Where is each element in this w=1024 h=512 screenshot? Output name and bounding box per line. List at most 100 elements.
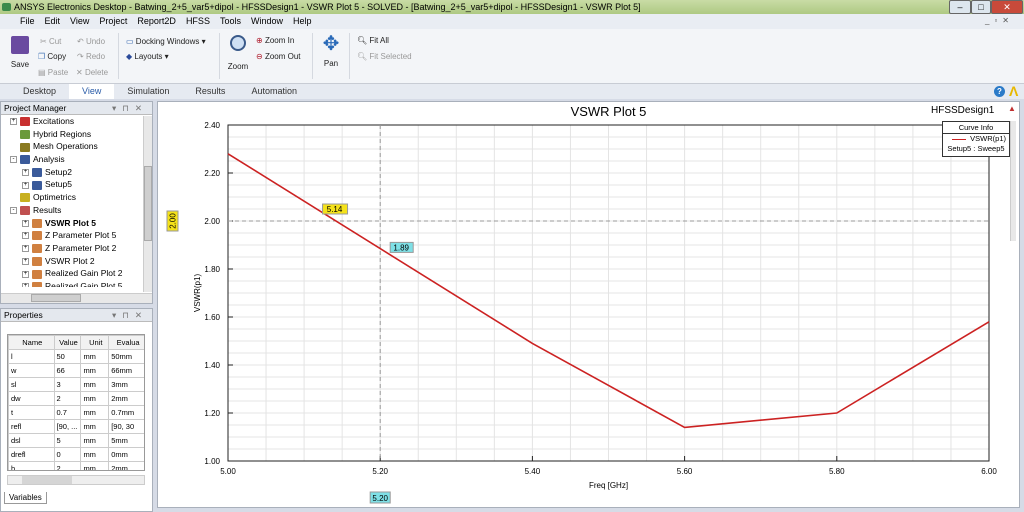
variable-cell[interactable]: 2mm [108,391,144,406]
tree-item[interactable]: - Analysis [10,153,152,166]
panel-controls[interactable]: ▾⊓✕ [112,309,148,322]
tree-vertical-scrollbar[interactable] [143,116,152,292]
legend-scrollbar[interactable] [1010,121,1016,241]
tree-item[interactable]: + VSWR Plot 5 [10,217,152,230]
expand-icon[interactable]: + [22,257,29,265]
variable-cell[interactable]: 2 [53,391,82,406]
variable-cell[interactable]: mm [80,405,110,420]
variable-cell[interactable]: 66mm [108,363,144,378]
pan-button[interactable]: ✥ Pan [318,33,344,68]
variable-cell[interactable]: mm [80,419,110,434]
variable-cell[interactable]: 0.7 [53,405,82,420]
expand-icon[interactable]: + [22,219,29,227]
tree-horizontal-scrollbar[interactable] [1,293,152,303]
tab-view[interactable]: View [69,84,115,99]
properties-horizontal-scrollbar[interactable] [7,475,145,485]
tree-item[interactable]: + Setup2 [10,166,152,179]
variable-row[interactable]: refl [90, ... mm [90, 30 [8,419,144,434]
variable-row[interactable]: w 66 mm 66mm [8,363,144,378]
variable-row[interactable]: h 2 mm 2mm [8,461,144,470]
expand-icon[interactable]: + [22,181,29,189]
variable-row[interactable]: l 50 mm 50mm [8,349,144,364]
variable-cell[interactable]: dsl [8,433,55,448]
variable-cell[interactable]: 0.7mm [108,405,144,420]
variable-row[interactable]: dw 2 mm 2mm [8,391,144,406]
variable-cell[interactable]: refl [8,419,55,434]
redo-button[interactable]: ↷ Redo [77,52,105,61]
tree-item[interactable]: + Realized Gain Plot 5 [10,280,152,287]
variable-row[interactable]: t 0.7 mm 0.7mm [8,405,144,420]
variable-cell[interactable]: w [8,363,55,378]
menu-window[interactable]: Window [251,14,283,29]
variable-cell[interactable]: h [8,461,55,470]
fit-all-button[interactable]: 🔍︎ Fit All [357,36,389,45]
expand-icon[interactable]: + [22,245,29,253]
tree-item[interactable]: + Realized Gain Plot 2 [10,267,152,280]
tree-item[interactable]: + Excitations [10,115,152,128]
variable-cell[interactable]: [90, 30 [108,419,144,434]
zoom-in-button[interactable]: ⊕ Zoom In [256,36,294,45]
vswr-chart[interactable]: VSWR Plot 5 5.00 5.20 5.40 5.60 5.80 6.00 1.00 1… [158,102,1021,509]
expand-icon[interactable]: + [22,283,29,287]
variable-cell[interactable]: 66 [53,363,82,378]
variable-cell[interactable]: t [8,405,55,420]
variable-cell[interactable]: drefl [8,447,55,462]
panel-controls[interactable]: ▾⊓✕ [112,102,148,115]
zoom-out-button[interactable]: ⊖ Zoom Out [256,52,301,61]
variable-cell[interactable]: mm [80,461,110,470]
menu-project[interactable]: Project [99,14,127,29]
menu-file[interactable]: File [20,14,35,29]
cut-button[interactable]: ✂ Cut [40,37,61,46]
col-header-value[interactable]: Value [53,335,82,350]
variable-cell[interactable]: mm [80,447,110,462]
variable-cell[interactable]: 0mm [108,447,144,462]
menu-edit[interactable]: Edit [45,14,61,29]
variable-cell[interactable]: 3mm [108,377,144,392]
tab-desktop[interactable]: Desktop [10,84,69,99]
variable-row[interactable]: sl 3 mm 3mm [8,377,144,392]
zoom-button[interactable]: Zoom [226,33,250,71]
close-button[interactable]: ✕ [991,0,1023,14]
variable-cell[interactable]: 5mm [108,433,144,448]
legend-entry[interactable]: VSWR(p1) [943,134,1009,144]
delete-button[interactable]: ✕ Delete [76,68,108,77]
undo-button[interactable]: ↶ Undo [77,37,105,46]
collapse-icon[interactable]: - [10,207,17,215]
tree-item[interactable]: + Setup5 [10,178,152,191]
variable-cell[interactable]: sl [8,377,55,392]
variable-cell[interactable]: 2mm [108,461,144,470]
variable-cell[interactable]: mm [80,391,110,406]
menu-hfss[interactable]: HFSS [186,14,210,29]
variable-cell[interactable]: mm [80,349,110,364]
variable-row[interactable]: drefl 0 mm 0mm [8,447,144,462]
variable-cell[interactable]: 5 [53,433,82,448]
tree-item[interactable]: Mesh Operations [10,140,152,153]
variable-cell[interactable]: 50 [53,349,82,364]
variable-cell[interactable]: mm [80,363,110,378]
tree-item[interactable]: Optimetrics [10,191,152,204]
expand-icon[interactable]: + [10,118,17,126]
variable-cell[interactable]: dw [8,391,55,406]
variable-cell[interactable]: 0 [53,447,82,462]
mdi-controls[interactable]: _▫✕ [985,16,1014,25]
col-header-evaluated[interactable]: Evalua [108,335,144,350]
menu-report2d[interactable]: Report2D [137,14,176,29]
minimize-button[interactable]: – [949,0,971,14]
menu-help[interactable]: Help [293,14,312,29]
copy-button[interactable]: ❐ Copy [38,52,66,61]
variable-cell[interactable]: 50mm [108,349,144,364]
fit-selected-button[interactable]: 🔍︎ Fit Selected [357,52,412,61]
tab-automation[interactable]: Automation [238,84,310,99]
variable-cell[interactable]: mm [80,433,110,448]
tab-simulation[interactable]: Simulation [114,84,182,99]
tree-item[interactable]: + VSWR Plot 2 [10,255,152,268]
variable-cell[interactable]: 3 [53,377,82,392]
variable-cell[interactable]: [90, ... [53,419,82,434]
menu-view[interactable]: View [70,14,89,29]
help-icon[interactable]: ? [994,86,1005,97]
paste-button[interactable]: ▤ Paste [38,68,68,77]
curve-info-legend[interactable]: Curve Info VSWR(p1) Setup5 : Sweep5 [942,121,1010,157]
menu-tools[interactable]: Tools [220,14,241,29]
variable-row[interactable]: dsl 5 mm 5mm [8,433,144,448]
variable-cell[interactable]: 2 [53,461,82,470]
